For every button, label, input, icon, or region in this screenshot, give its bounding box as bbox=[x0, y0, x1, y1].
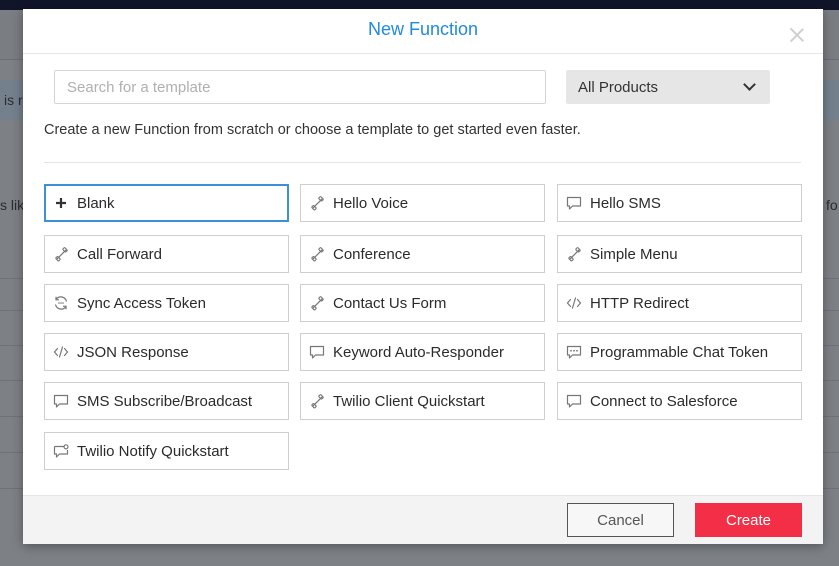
template-label: Call Forward bbox=[77, 245, 163, 263]
phone-icon bbox=[53, 246, 69, 262]
template-card-conference[interactable]: Conference bbox=[300, 235, 545, 273]
new-function-dialog: New Function All Products Create a new F… bbox=[23, 9, 823, 544]
cancel-button[interactable]: Cancel bbox=[567, 503, 674, 537]
dialog-header: New Function bbox=[23, 9, 823, 54]
template-label: JSON Response bbox=[77, 343, 189, 361]
template-label: Sync Access Token bbox=[77, 294, 206, 312]
template-label: SMS Subscribe/Broadcast bbox=[77, 392, 253, 410]
background-text-fragment: s lik bbox=[0, 197, 25, 213]
code-icon bbox=[53, 344, 69, 360]
template-label: Twilio Client Quickstart bbox=[333, 392, 485, 410]
template-label: Programmable Chat Token bbox=[590, 343, 769, 361]
phone-icon bbox=[309, 246, 325, 262]
template-card-keyword-auto-responder[interactable]: Keyword Auto-Responder bbox=[300, 333, 545, 371]
template-label: HTTP Redirect bbox=[590, 294, 689, 312]
template-label: Keyword Auto-Responder bbox=[333, 343, 504, 361]
template-grid: Blank Hello Voice Hello SMS Call Forward Con… bbox=[44, 184, 802, 474]
template-card-contact-us-form[interactable]: Contact Us Form bbox=[300, 284, 545, 322]
template-card-hello-sms[interactable]: Hello SMS bbox=[557, 184, 802, 222]
background-text-fragment: is r bbox=[4, 92, 23, 108]
chat-dots-icon bbox=[566, 344, 582, 360]
close-icon[interactable] bbox=[789, 27, 805, 43]
phone-icon bbox=[566, 246, 582, 262]
template-label: Blank bbox=[77, 194, 115, 212]
template-card-call-forward[interactable]: Call Forward bbox=[44, 235, 289, 273]
code-icon bbox=[566, 295, 582, 311]
chevron-down-icon bbox=[743, 78, 756, 91]
background-text-fragment: fo bbox=[826, 197, 838, 213]
template-card-hello-voice[interactable]: Hello Voice bbox=[300, 184, 545, 222]
template-card-programmable-chat-token[interactable]: Programmable Chat Token bbox=[557, 333, 802, 371]
template-card-http-redirect[interactable]: HTTP Redirect bbox=[557, 284, 802, 322]
template-card-blank[interactable]: Blank bbox=[44, 184, 289, 222]
phone-icon bbox=[309, 295, 325, 311]
template-search-input[interactable] bbox=[54, 70, 546, 104]
chat-bubble-icon bbox=[566, 393, 582, 409]
template-card-twilio-notify-quickstart[interactable]: Twilio Notify Quickstart bbox=[44, 432, 289, 470]
template-card-json-response[interactable]: JSON Response bbox=[44, 333, 289, 371]
template-card-simple-menu[interactable]: Simple Menu bbox=[557, 235, 802, 273]
dialog-description: Create a new Function from scratch or ch… bbox=[44, 122, 581, 138]
template-label: Hello SMS bbox=[590, 194, 661, 212]
chat-bubble-icon bbox=[566, 195, 582, 211]
notify-icon bbox=[53, 443, 69, 459]
sync-icon bbox=[53, 295, 69, 311]
phone-icon bbox=[309, 195, 325, 211]
chat-bubble-icon bbox=[309, 344, 325, 360]
template-label: Hello Voice bbox=[333, 194, 409, 212]
product-filter-value: All Products bbox=[578, 78, 659, 96]
chat-bubble-icon bbox=[53, 393, 69, 409]
template-label: Connect to Salesforce bbox=[590, 392, 738, 410]
product-filter-dropdown[interactable]: All Products bbox=[566, 70, 770, 104]
divider bbox=[44, 162, 801, 163]
dialog-title: New Function bbox=[367, 19, 479, 39]
plus-icon bbox=[53, 195, 69, 211]
template-card-connect-to-salesforce[interactable]: Connect to Salesforce bbox=[557, 382, 802, 420]
phone-icon bbox=[309, 393, 325, 409]
template-card-sms-subscribe-broadcast[interactable]: SMS Subscribe/Broadcast bbox=[44, 382, 289, 420]
template-label: Simple Menu bbox=[590, 245, 678, 263]
template-card-sync-access-token[interactable]: Sync Access Token bbox=[44, 284, 289, 322]
template-label: Conference bbox=[333, 245, 411, 263]
template-label: Contact Us Form bbox=[333, 294, 447, 312]
template-label: Twilio Notify Quickstart bbox=[77, 442, 229, 460]
template-card-twilio-client-quickstart[interactable]: Twilio Client Quickstart bbox=[300, 382, 545, 420]
create-button[interactable]: Create bbox=[695, 503, 802, 537]
